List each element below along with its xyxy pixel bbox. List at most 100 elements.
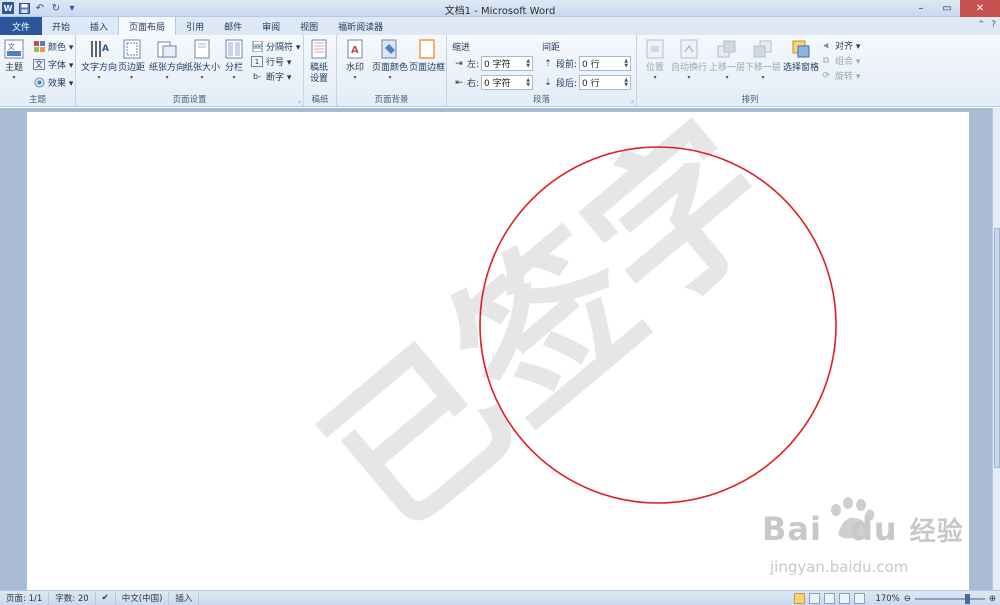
tab-view[interactable]: 视图 xyxy=(290,17,328,35)
page-borders-icon xyxy=(417,38,437,60)
orientation-button[interactable]: 纸张方向 ▾ xyxy=(149,38,185,82)
word-window: W ↶ ↻ ▾ 文档1 - Microsoft Word – ▭ ✕ 文件 开始… xyxy=(0,0,1000,605)
line-numbers-button[interactable]: 1 行号 ▾ xyxy=(251,55,291,68)
print-layout-view-icon[interactable] xyxy=(794,593,806,604)
tab-references[interactable]: 引用 xyxy=(176,17,214,35)
text-direction-button[interactable]: A 文字方向 ▾ xyxy=(81,38,117,82)
web-layout-view-icon[interactable] xyxy=(824,593,836,604)
tab-file[interactable]: 文件 xyxy=(0,17,43,35)
page-color-button[interactable]: 页面颜色 ▾ xyxy=(372,38,408,82)
zoom-in-icon[interactable]: ⊕ xyxy=(989,594,996,604)
group-themes-label: 主题 xyxy=(28,95,46,105)
send-backward-button[interactable]: 下移一层 ▾ xyxy=(745,38,781,82)
indent-title: 缩进 xyxy=(452,43,471,53)
draft-paper-icon xyxy=(309,38,329,60)
selection-pane-icon xyxy=(791,38,811,60)
tab-home[interactable]: 开始 xyxy=(42,17,80,35)
themes-dropdown-icon: ▾ xyxy=(12,74,16,81)
tab-foxit-reader[interactable]: 福昕阅读器 xyxy=(328,17,393,35)
ribbon-tabs: 文件 开始 插入 页面布局 引用 邮件 审阅 视图 福昕阅读器 ⌃ ? xyxy=(0,16,1000,35)
proofing-icon[interactable]: ✔ xyxy=(96,591,116,605)
draft-view-icon[interactable] xyxy=(854,593,866,604)
close-icon[interactable]: ✕ xyxy=(960,0,1000,17)
theme-colors-label: 颜色 ▾ xyxy=(48,43,74,53)
status-insert-mode[interactable]: 插入 xyxy=(169,591,200,605)
bring-forward-button[interactable]: 上移一层 ▾ xyxy=(709,38,745,82)
breaks-button[interactable]: 分隔符 ▾ xyxy=(251,40,300,53)
wrap-text-button[interactable]: 自动换行 ▾ xyxy=(671,38,707,82)
selection-pane-label: 选择窗格 xyxy=(783,63,820,73)
bring-forward-icon xyxy=(717,38,737,60)
indent-left-input[interactable]: 0 字符 ▲ ▼ xyxy=(481,56,534,71)
size-button[interactable]: 纸张大小 ▾ xyxy=(184,38,220,82)
spacing-after-spinner-icon[interactable]: ▲ ▼ xyxy=(624,77,628,88)
position-button[interactable]: 位置 ▾ xyxy=(645,38,665,82)
page-setup-launcher-icon[interactable]: ⌟ xyxy=(298,96,301,104)
columns-dropdown-icon: ▾ xyxy=(232,74,236,81)
align-button[interactable]: ⫷ 对齐 ▾ xyxy=(820,39,860,53)
status-word-count[interactable]: 字数: 20 xyxy=(49,591,96,605)
margins-icon xyxy=(122,38,142,60)
theme-effects-label: 效果 ▾ xyxy=(48,79,74,89)
draft-settings-button[interactable]: 稿纸 设置 xyxy=(309,38,329,85)
page-borders-button[interactable]: 页面边框 xyxy=(409,38,445,74)
rotate-icon: ⟳ xyxy=(822,70,830,81)
rotate-label: 旋转 ▾ xyxy=(835,72,861,82)
svg-text:A: A xyxy=(102,44,109,54)
status-page[interactable]: 页面: 1/1 xyxy=(0,591,50,605)
status-language[interactable]: 中文(中国) xyxy=(116,591,170,605)
full-screen-view-icon[interactable] xyxy=(809,593,821,604)
indent-right-input[interactable]: 0 字符 ▲ ▼ xyxy=(481,75,534,90)
watermark-button[interactable]: A 水印 ▾ xyxy=(345,38,365,82)
size-label: 纸张大小 xyxy=(184,63,221,73)
help-icon[interactable]: ? xyxy=(991,20,996,30)
breaks-label: 分隔符 ▾ xyxy=(266,43,301,53)
tab-insert[interactable]: 插入 xyxy=(80,17,118,35)
page-borders-label: 页面边框 xyxy=(409,63,446,73)
zoom-slider-thumb[interactable] xyxy=(964,593,970,604)
group-objects-button[interactable]: ⧉ 组合 ▾ xyxy=(820,54,861,68)
selection-pane-button[interactable]: 选择窗格 xyxy=(783,38,819,74)
text-direction-dropdown-icon: ▾ xyxy=(97,74,101,81)
group-paragraph: 缩进 间距 ⇥ 左: 0 字符 ▲ ▼ ⇤ 右: 0 字符 ▲ ▼ ⇡ 段前: 0 行 ▲… xyxy=(447,35,637,107)
indent-left-spinner-icon[interactable]: ▲ ▼ xyxy=(526,58,530,69)
rotate-button[interactable]: ⟳ 旋转 ▾ xyxy=(820,69,861,83)
spacing-before-row: ⇡ 段前: 0 行 ▲ ▼ xyxy=(542,56,632,71)
zoom-out-icon[interactable]: ⊖ xyxy=(904,594,911,604)
paragraph-launcher-icon[interactable]: ⌟ xyxy=(631,96,634,104)
zoom-slider[interactable] xyxy=(914,593,985,604)
themes-button[interactable]: 文 主题 ▾ xyxy=(4,38,24,82)
watermark-dropdown-icon: ▾ xyxy=(353,74,357,81)
theme-fonts-button[interactable]: 文 字体 ▾ xyxy=(33,58,73,71)
theme-effects-button[interactable]: 效果 ▾ xyxy=(33,76,73,89)
minimize-icon[interactable]: – xyxy=(908,0,934,17)
group-objects-icon: ⧉ xyxy=(822,55,830,66)
zoom-level[interactable]: 170% xyxy=(875,594,899,604)
maximize-icon[interactable]: ▭ xyxy=(934,0,960,17)
status-right: 170% ⊖ ⊕ xyxy=(794,591,996,605)
theme-colors-button[interactable]: 颜色 ▾ xyxy=(33,40,73,53)
status-bar: 页面: 1/1 字数: 20 ✔ 中文(中国) 插入 170% ⊖ ⊕ xyxy=(0,590,1000,605)
vertical-scrollbar[interactable] xyxy=(992,108,1000,590)
theme-colors-icon xyxy=(33,41,45,52)
indent-right-spinner-icon[interactable]: ▲ ▼ xyxy=(526,77,530,88)
tab-review[interactable]: 审阅 xyxy=(252,17,290,35)
hyphenation-button[interactable]: b- 断字 ▾ xyxy=(251,70,291,83)
indent-left-value: 0 字符 xyxy=(484,60,511,70)
spacing-before-input[interactable]: 0 行 ▲ ▼ xyxy=(579,56,632,71)
scrollbar-thumb[interactable] xyxy=(994,228,1000,468)
indent-left-label: 左: xyxy=(467,60,480,70)
spacing-before-value: 0 行 xyxy=(582,60,600,70)
tab-page-layout[interactable]: 页面布局 xyxy=(118,16,177,35)
size-dropdown-icon: ▾ xyxy=(200,74,204,81)
spacing-after-input[interactable]: 0 行 ▲ ▼ xyxy=(579,75,632,90)
page-color-dropdown-icon: ▾ xyxy=(388,74,392,81)
watermark-url: jingyan.baidu.com xyxy=(770,558,909,576)
spacing-before-spinner-icon[interactable]: ▲ ▼ xyxy=(624,58,628,69)
columns-button[interactable]: 分栏 ▾ xyxy=(224,38,244,82)
minimize-ribbon-icon[interactable]: ⌃ xyxy=(978,20,986,30)
tab-mailings[interactable]: 邮件 xyxy=(214,17,252,35)
outline-view-icon[interactable] xyxy=(839,593,851,604)
margins-button[interactable]: 页边距 ▾ xyxy=(118,38,145,82)
draft-settings-label-2: 设置 xyxy=(309,74,328,84)
